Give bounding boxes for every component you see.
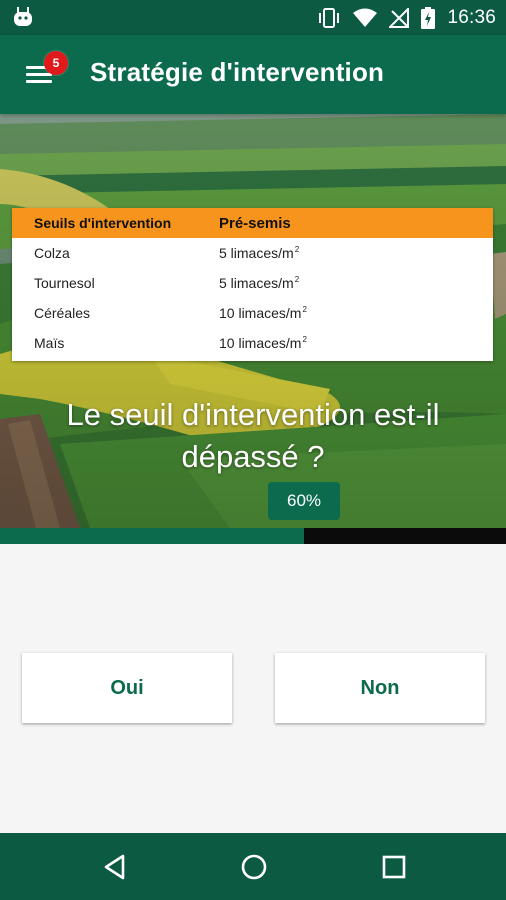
crop-name: Colza [34, 245, 70, 261]
no-button[interactable]: Non [275, 653, 485, 723]
wifi-icon [353, 8, 378, 27]
table-row: Colza 5 limaces/m2 [12, 238, 493, 268]
app-bar: 5 Stratégie d'intervention [0, 35, 506, 114]
home-icon[interactable] [236, 849, 272, 885]
status-clock: 16:36 [447, 6, 496, 28]
crop-name: Maïs [34, 335, 65, 351]
hero-field-image: Seuils d'intervention Pré-semis Colza 5 … [0, 114, 506, 528]
progress-bar-fill [0, 528, 304, 544]
thresholds-table: Seuils d'intervention Pré-semis Colza 5 … [12, 208, 493, 361]
progress-label: 60% [268, 482, 340, 520]
answer-area: Oui Non [0, 544, 506, 833]
question-line-1: Le seuil d'intervention est-il [66, 397, 440, 432]
question-line-2: dépassé ? [181, 439, 325, 474]
table-header-thresholds: Seuils d'intervention [34, 215, 172, 231]
question-text: Le seuil d'intervention est-il dépassé ? [0, 394, 506, 478]
crop-name: Céréales [34, 305, 91, 321]
threshold-value: 10 limaces/m2 [219, 335, 307, 351]
table-header-pre-sowing: Pré-semis [219, 214, 291, 232]
table-header-row: Seuils d'intervention Pré-semis [12, 208, 493, 238]
back-icon[interactable] [97, 849, 133, 885]
no-signal-icon [389, 7, 410, 28]
table-row: Maïs 10 limaces/m2 [12, 328, 493, 358]
table-row: Tournesol 5 limaces/m2 [12, 268, 493, 298]
recents-icon[interactable] [376, 849, 412, 885]
page-title: Stratégie d'intervention [90, 57, 385, 87]
progress-bar [0, 528, 506, 544]
table-row: Céréales 10 limaces/m2 [12, 298, 493, 328]
status-bar: 16:36 [0, 0, 506, 35]
threshold-value: 5 limaces/m2 [219, 275, 300, 291]
vibrate-icon [319, 7, 340, 28]
yes-button[interactable]: Oui [22, 653, 232, 723]
navigation-bar [0, 833, 506, 900]
threshold-value: 5 limaces/m2 [219, 245, 300, 261]
battery-charging-icon [421, 6, 436, 29]
crop-name: Tournesol [34, 275, 95, 291]
android-icon [14, 7, 32, 26]
threshold-value: 10 limaces/m2 [219, 305, 307, 321]
notification-badge: 5 [44, 51, 68, 75]
